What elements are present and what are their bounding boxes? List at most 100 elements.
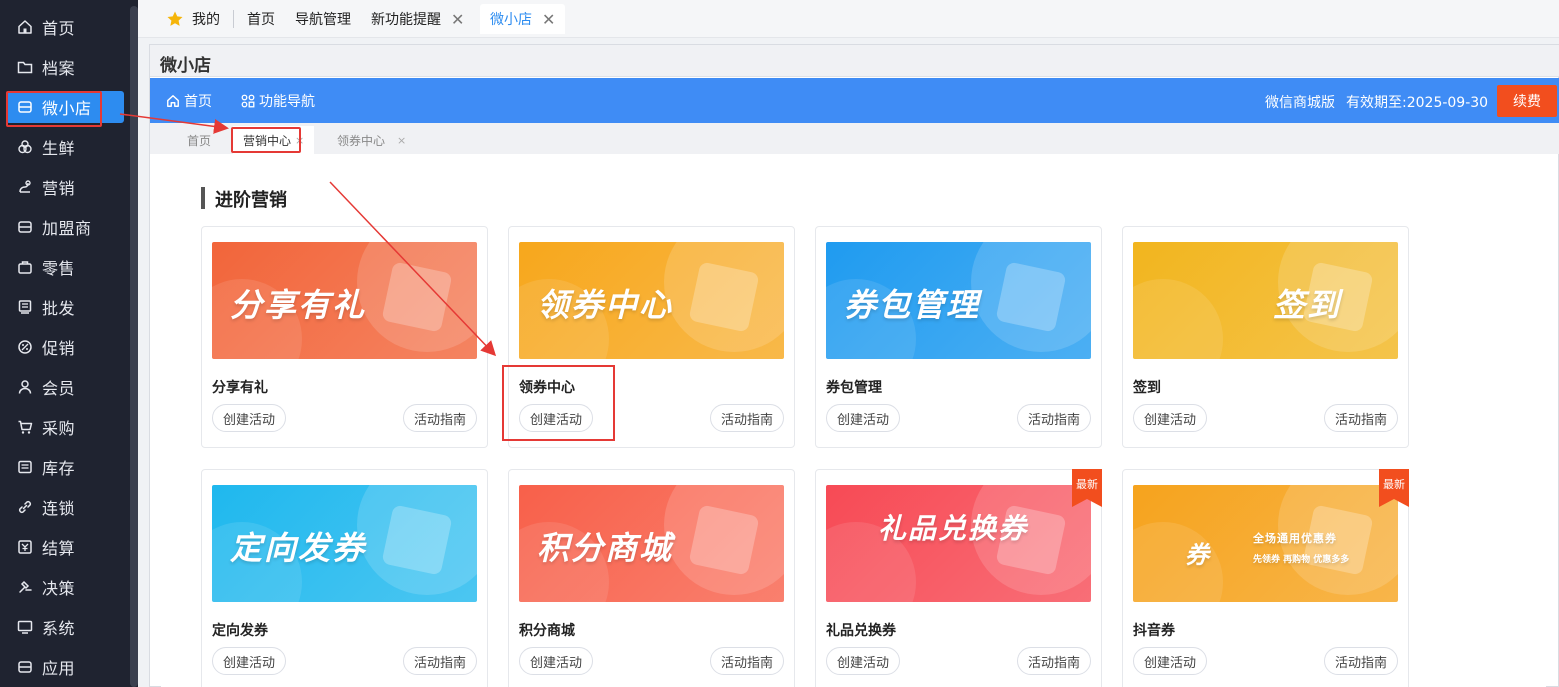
sidebar-item-label: 加盟商	[42, 219, 92, 238]
subtab-marketing-center[interactable]: 营销中心 ×	[233, 126, 315, 154]
marketing-content: 进阶营销 分享有礼 分享有礼 创建活动 活动指南 领券中心 领券中心 创建活动 活动指南 券包管…	[161, 160, 1546, 687]
create-activity-button[interactable]: 创建活动	[826, 404, 901, 432]
sidebar-item[interactable]: 生鲜	[6, 131, 124, 163]
feature-card[interactable]: 分享有礼 分享有礼 创建活动 活动指南	[201, 226, 488, 448]
nav-function-guide-link[interactable]: 功能导航	[241, 78, 315, 123]
sidebar-item[interactable]: 库存	[6, 451, 124, 483]
banner-title: 分享有礼	[230, 286, 367, 324]
feature-banner: 券包管理	[826, 242, 1091, 359]
tab-home-label: 首页	[247, 12, 275, 28]
micro-shop-window: 微小店 首页 功能导航 微信商城版 有效期至:2025-09-30 续费 首页 …	[149, 44, 1559, 687]
subtab-coupon-center[interactable]: 领券中心 ×	[337, 126, 406, 154]
sidebar-item[interactable]: 应用	[6, 651, 124, 683]
sidebar-item-label: 采购	[42, 419, 76, 438]
monitor-icon	[17, 619, 33, 635]
feature-card[interactable]: 定向发券 定向发券 创建活动 活动指南	[201, 469, 488, 687]
user-icon	[17, 379, 33, 395]
create-activity-button[interactable]: 创建活动	[212, 647, 287, 675]
sidebar: 首页档案微小店生鲜营销加盟商零售批发促销会员采购库存连锁结算决策系统应用	[0, 0, 138, 687]
subtab-home-label: 首页	[187, 133, 212, 148]
activity-guide-button[interactable]: 活动指南	[1323, 647, 1398, 675]
activity-guide-button[interactable]: 活动指南	[1323, 404, 1398, 432]
sidebar-item-label: 决策	[42, 579, 76, 598]
banner-title: 券包管理	[844, 286, 981, 324]
tab-nav-management[interactable]: 导航管理	[285, 4, 361, 34]
create-activity-button[interactable]: 创建活动	[519, 404, 594, 432]
close-icon[interactable]: ×	[397, 134, 406, 147]
banner-title: 券	[1185, 541, 1211, 569]
feature-title: 抖音券	[1133, 623, 1175, 639]
feature-banner: 签到	[1133, 242, 1398, 359]
home-icon	[17, 19, 33, 35]
sidebar-item[interactable]: 加盟商	[6, 211, 124, 243]
feature-card[interactable]: 全场通用优惠券 先领券 再购物 优惠多多 券 最新 抖音券 创建活动 活动指南	[1122, 469, 1409, 687]
promotion-icon	[17, 339, 33, 355]
sidebar-item[interactable]: 促销	[6, 331, 124, 363]
sidebar-item-label: 营销	[42, 179, 76, 198]
feature-card[interactable]: 签到 签到 创建活动 活动指南	[1122, 226, 1409, 448]
sidebar-item[interactable]: 营销	[6, 171, 124, 203]
sidebar-item-label: 应用	[42, 659, 76, 678]
create-activity-button[interactable]: 创建活动	[826, 647, 901, 675]
sidebar-item-label: 零售	[42, 259, 76, 278]
retail-icon	[17, 259, 33, 275]
sidebar-item[interactable]: 决策	[6, 571, 124, 603]
activity-guide-button[interactable]: 活动指南	[402, 404, 477, 432]
renew-button[interactable]: 续费	[1497, 85, 1557, 117]
sidebar-item[interactable]: 结算	[6, 531, 124, 563]
activity-guide-button[interactable]: 活动指南	[709, 404, 784, 432]
feature-card[interactable]: 积分商城 积分商城 创建活动 活动指南	[508, 469, 795, 687]
tab-new-feature[interactable]: 新功能提醒 ✕	[361, 4, 474, 34]
tab-nav-management-label: 导航管理	[295, 12, 351, 28]
marketing-icon	[17, 179, 33, 195]
sidebar-item[interactable]: 批发	[6, 291, 124, 323]
subtab-home[interactable]: 首页	[187, 126, 211, 154]
app-icon	[17, 659, 33, 675]
sidebar-item[interactable]: 首页	[6, 11, 124, 43]
close-icon[interactable]: ✕	[451, 10, 464, 29]
activity-guide-button[interactable]: 活动指南	[709, 647, 784, 675]
sidebar-item[interactable]: 采购	[6, 411, 124, 443]
feature-card[interactable]: 券包管理 券包管理 创建活动 活动指南	[815, 226, 1102, 448]
tab-mine[interactable]: 我的	[156, 4, 230, 34]
sidebar-item-label: 会员	[42, 379, 76, 398]
banner-title: 领券中心	[537, 286, 674, 324]
tab-micro-shop[interactable]: 微小店 ✕	[480, 4, 566, 34]
sidebar-item[interactable]: 会员	[6, 371, 124, 403]
create-activity-button[interactable]: 创建活动	[212, 404, 287, 432]
feature-title: 礼品兑换券	[826, 623, 896, 639]
sidebar-item-label: 批发	[42, 299, 76, 318]
section-title: 进阶营销	[215, 190, 287, 211]
tab-divider	[233, 10, 234, 28]
activity-guide-button[interactable]: 活动指南	[1016, 404, 1091, 432]
feature-card[interactable]: 礼品兑换券 最新 礼品兑换券 创建活动 活动指南	[815, 469, 1102, 687]
sidebar-item[interactable]: 连锁	[6, 491, 124, 523]
sidebar-item[interactable]: 系统	[6, 611, 124, 643]
sidebar-item[interactable]: 微小店	[6, 91, 124, 127]
tab-mine-label: 我的	[192, 12, 220, 28]
sidebar-item[interactable]: 档案	[6, 51, 124, 83]
nav-home-link[interactable]: 首页	[166, 78, 212, 123]
sidebar-item-label: 首页	[42, 19, 76, 38]
sidebar-scrollbar[interactable]	[130, 6, 138, 687]
home-icon	[166, 94, 180, 108]
close-icon[interactable]: ✕	[542, 10, 555, 29]
subtab-marketing-center-label: 营销中心	[243, 133, 292, 148]
create-activity-button[interactable]: 创建活动	[1133, 404, 1208, 432]
tab-home[interactable]: 首页	[237, 4, 285, 34]
tab-micro-shop-label: 微小店	[490, 12, 532, 28]
create-activity-button[interactable]: 创建活动	[519, 647, 594, 675]
feature-banner: 全场通用优惠券 先领券 再购物 优惠多多 券	[1133, 485, 1398, 602]
feature-card[interactable]: 领券中心 领券中心 创建活动 活动指南	[508, 226, 795, 448]
sidebar-item[interactable]: 零售	[6, 251, 124, 283]
sidebar-item-label: 库存	[42, 459, 76, 478]
close-icon[interactable]: ×	[295, 134, 304, 147]
create-activity-button[interactable]: 创建活动	[1133, 647, 1208, 675]
feature-banner: 领券中心	[519, 242, 784, 359]
activity-guide-button[interactable]: 活动指南	[402, 647, 477, 675]
fruit-icon	[17, 139, 33, 155]
shop-header-bar: 首页 功能导航 微信商城版 有效期至:2025-09-30 续费	[150, 78, 1559, 123]
feature-banner: 积分商城	[519, 485, 784, 602]
subtab-coupon-center-label: 领券中心	[337, 133, 386, 148]
activity-guide-button[interactable]: 活动指南	[1016, 647, 1091, 675]
